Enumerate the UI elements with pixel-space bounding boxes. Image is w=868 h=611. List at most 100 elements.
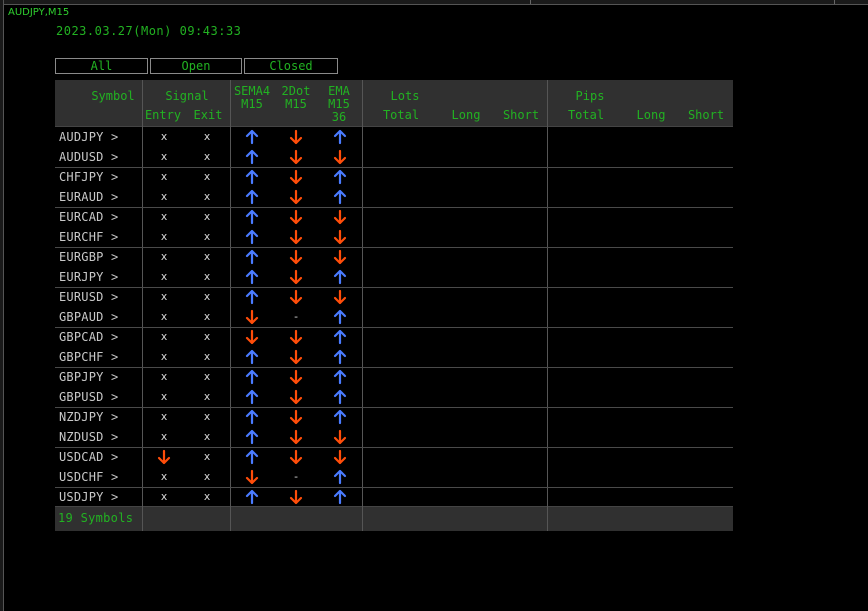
arrow-up-icon — [332, 349, 348, 365]
symbol-link[interactable]: EURGBP > — [59, 250, 118, 264]
symbol-link[interactable]: EURJPY > — [59, 270, 118, 284]
table-row[interactable]: USDJPY > x x — [55, 487, 733, 507]
table-row[interactable]: EURCAD > x x — [55, 207, 733, 227]
header-2dot-tf: M15 — [285, 97, 307, 111]
arrow-down-icon — [288, 449, 304, 465]
arrow-up-icon — [244, 229, 260, 245]
symbol-link[interactable]: AUDJPY > — [59, 130, 118, 144]
symbol-link[interactable]: USDCHF > — [59, 470, 118, 484]
symbol-link[interactable]: EURCAD > — [59, 210, 118, 224]
entry-value: x — [160, 410, 168, 423]
header-ema: EMA — [328, 84, 350, 98]
header-entry: Entry — [144, 108, 182, 122]
arrow-up-icon — [244, 289, 260, 305]
entry-value: x — [160, 470, 168, 483]
chart-left-frame — [0, 0, 4, 611]
entry-value: x — [160, 170, 168, 183]
arrow-up-icon — [244, 369, 260, 385]
symbol-link[interactable]: GBPCAD > — [59, 330, 118, 344]
table-row[interactable]: GBPUSD > x x — [55, 387, 733, 407]
arrow-down-icon — [244, 329, 260, 345]
arrow-down-icon — [288, 489, 304, 505]
table-row[interactable]: USDCAD > x — [55, 447, 733, 467]
arrow-up-icon — [244, 129, 260, 145]
symbol-link[interactable]: GBPJPY > — [59, 370, 118, 384]
arrow-down-icon — [288, 129, 304, 145]
tab-open[interactable]: Open — [150, 58, 242, 74]
arrow-down-icon — [288, 389, 304, 405]
arrow-down-icon — [288, 269, 304, 285]
dot-value: - — [292, 470, 300, 483]
symbol-link[interactable]: NZDUSD > — [59, 430, 118, 444]
table-row[interactable]: NZDUSD > x x — [55, 427, 733, 447]
frame-tick — [530, 0, 531, 4]
table-row[interactable]: GBPJPY > x x — [55, 367, 733, 387]
arrow-up-icon — [332, 269, 348, 285]
exit-value: x — [203, 330, 211, 343]
exit-value: x — [203, 450, 211, 463]
table-row[interactable]: GBPCAD > x x — [55, 327, 733, 347]
arrow-up-icon — [244, 149, 260, 165]
table-row[interactable]: EURAUD > x x — [55, 187, 733, 207]
arrow-down-icon — [288, 189, 304, 205]
symbol-link[interactable]: GBPUSD > — [59, 390, 118, 404]
table-row[interactable]: EURCHF > x x — [55, 227, 733, 247]
arrow-up-icon — [332, 169, 348, 185]
header-pips-short: Short — [687, 108, 725, 122]
symbol-link[interactable]: CHFJPY > — [59, 170, 118, 184]
table-row[interactable]: USDCHF > x x - — [55, 467, 733, 487]
entry-value: x — [160, 390, 168, 403]
symbol-link[interactable]: NZDJPY > — [59, 410, 118, 424]
table-row[interactable]: NZDJPY > x x — [55, 407, 733, 427]
tab-all[interactable]: All — [55, 58, 148, 74]
entry-value: x — [160, 430, 168, 443]
entry-value: x — [160, 230, 168, 243]
entry-value: x — [160, 330, 168, 343]
table-row[interactable]: EURGBP > x x — [55, 247, 733, 267]
server-datetime: 2023.03.27(Mon) 09:43:33 — [56, 24, 242, 38]
symbol-link[interactable]: AUDUSD > — [59, 150, 118, 164]
header-lots: Lots — [390, 89, 420, 103]
exit-value: x — [203, 430, 211, 443]
arrow-down-icon — [288, 349, 304, 365]
entry-value: x — [160, 350, 168, 363]
entry-value: x — [160, 190, 168, 203]
table-row[interactable]: EURJPY > x x — [55, 267, 733, 287]
header-ema-period: 36 — [331, 110, 347, 124]
arrow-down-icon — [332, 429, 348, 445]
symbol-count: 19 Symbols — [58, 511, 134, 525]
table-row[interactable]: CHFJPY > x x — [55, 167, 733, 187]
symbol-link[interactable]: USDJPY > — [59, 490, 118, 504]
header-pips-long: Long — [636, 108, 666, 122]
tab-closed[interactable]: Closed — [244, 58, 338, 74]
header-pips: Pips — [575, 89, 605, 103]
header-ema-tf: M15 — [328, 97, 350, 111]
exit-value: x — [203, 390, 211, 403]
symbol-link[interactable]: EURAUD > — [59, 190, 118, 204]
symbol-link[interactable]: EURCHF > — [59, 230, 118, 244]
arrow-down-icon — [332, 449, 348, 465]
exit-value: x — [203, 470, 211, 483]
symbol-link[interactable]: GBPCHF > — [59, 350, 118, 364]
symbol-link[interactable]: EURUSD > — [59, 290, 118, 304]
arrow-up-icon — [332, 309, 348, 325]
symbol-table: Symbol Signal Entry Exit SEMA4 M15 2Dot … — [55, 80, 733, 531]
frame-tick — [834, 0, 835, 4]
arrow-down-icon — [288, 209, 304, 225]
arrow-up-icon — [244, 489, 260, 505]
arrow-down-icon — [288, 429, 304, 445]
entry-value: x — [160, 150, 168, 163]
symbol-link[interactable]: GBPAUD > — [59, 310, 118, 324]
table-row[interactable]: EURUSD > x x — [55, 287, 733, 307]
exit-value: x — [203, 170, 211, 183]
symbol-link[interactable]: USDCAD > — [59, 450, 118, 464]
exit-value: x — [203, 210, 211, 223]
exit-value: x — [203, 250, 211, 263]
entry-value: x — [160, 490, 168, 503]
header-lots-short: Short — [502, 108, 540, 122]
table-row[interactable]: GBPCHF > x x — [55, 347, 733, 367]
table-row[interactable]: GBPAUD > x x - — [55, 307, 733, 327]
exit-value: x — [203, 490, 211, 503]
table-row[interactable]: AUDUSD > x x — [55, 147, 733, 167]
table-row[interactable]: AUDJPY > x x — [55, 127, 733, 147]
